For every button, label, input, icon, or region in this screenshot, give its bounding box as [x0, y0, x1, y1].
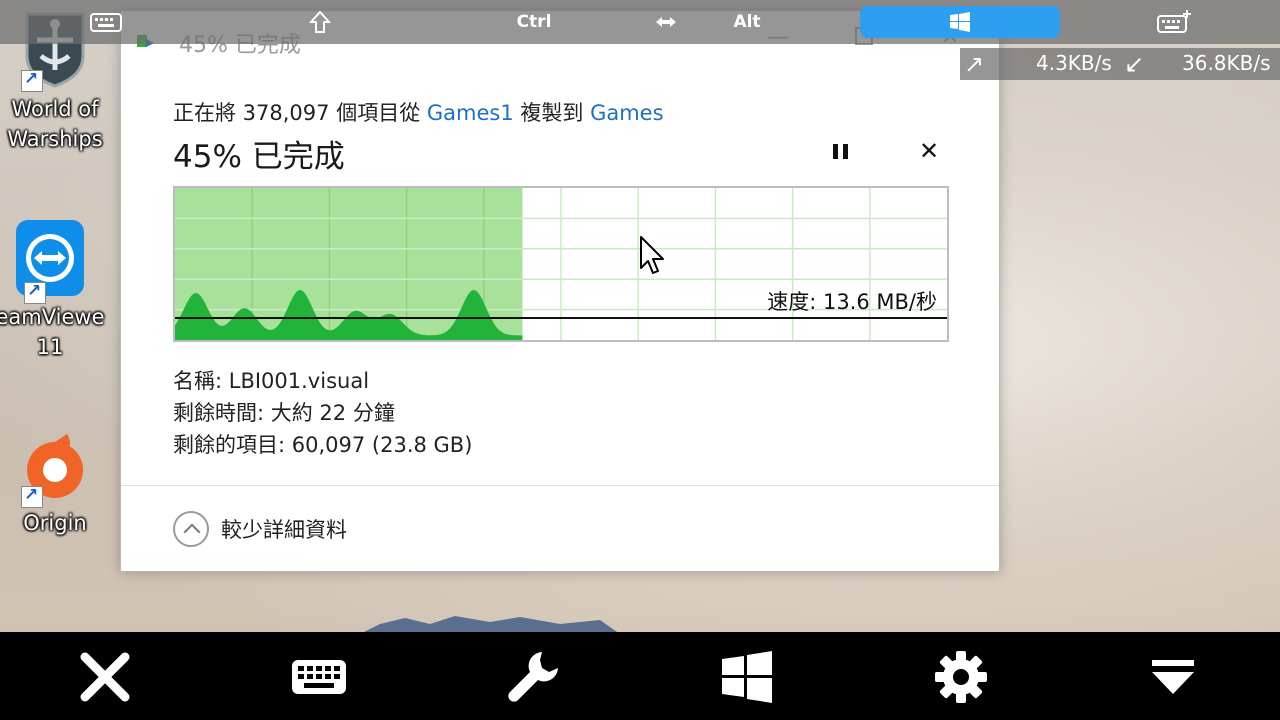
upload-arrow-icon: ↗	[964, 50, 985, 78]
items-remaining-line: 剩餘的項目: 60,097 (23.8 GB)	[173, 433, 473, 457]
time-remaining-line: 剩餘時間: 大約 22 分鐘	[173, 401, 395, 425]
source-folder-link[interactable]: Games1	[427, 101, 514, 125]
chevron-up-icon	[173, 511, 209, 547]
teamviewer-icon	[10, 218, 90, 304]
alt-key-button[interactable]: Alt	[716, 6, 778, 38]
keyboard-toggle-button[interactable]	[84, 6, 128, 38]
copy-summary-prefix: 正在將 378,097 個項目從	[173, 101, 427, 125]
destination-folder-link[interactable]: Games	[590, 101, 663, 125]
shift-key-button[interactable]	[298, 6, 342, 38]
less-details-label: 較少詳細資料	[221, 518, 347, 542]
ctrl-key-button[interactable]: Ctrl	[498, 6, 570, 38]
disconnect-button[interactable]	[74, 646, 136, 708]
gear-icon	[935, 651, 987, 703]
dropdown-icon	[1152, 660, 1194, 694]
extra-keys-button[interactable]	[1152, 6, 1196, 38]
desktop-icon-label: eamViewe 11	[0, 305, 105, 359]
resize-horizontal-icon	[656, 17, 676, 27]
upload-speed: 4.3KB/s	[1036, 51, 1112, 75]
desktop-icon-origin[interactable]: Origin	[0, 424, 115, 538]
shortcut-arrow-icon	[21, 485, 43, 508]
shift-up-icon	[309, 10, 331, 33]
desktop-icon-label: World of Warships	[7, 97, 103, 151]
actions-button[interactable]	[502, 646, 564, 708]
desktop-wallpaper-mountains	[360, 616, 620, 634]
keyboard-button[interactable]	[288, 646, 350, 708]
close-icon	[80, 652, 130, 702]
desktop-icon-teamviewer[interactable]: eamViewe 11	[0, 218, 110, 362]
shortcut-arrow-icon	[21, 69, 43, 92]
speed-graph-canvas	[175, 188, 947, 340]
windows-icon	[722, 651, 772, 703]
less-details-toggle[interactable]: 較少詳細資料	[173, 511, 347, 547]
percent-complete-heading: 45% 已完成	[173, 139, 345, 175]
copy-summary: 正在將 378,097 個項目從 Games1 複製到 Games	[173, 97, 664, 127]
remote-bottom-bar	[0, 632, 1280, 720]
download-speed: 36.8KB/s	[1182, 51, 1271, 75]
dialog-separator	[121, 485, 999, 486]
desktop-icon-label: Origin	[23, 511, 87, 535]
keyboard-icon	[292, 660, 346, 694]
cancel-copy-button[interactable]: ✕	[919, 137, 939, 165]
windows-key-button[interactable]	[860, 6, 1060, 38]
mouse-cursor-icon	[640, 236, 664, 274]
windows-button[interactable]	[716, 646, 778, 708]
download-arrow-icon: ↙	[1124, 50, 1145, 78]
copy-summary-mid: 複製到	[513, 101, 591, 125]
transfer-speed-graph: 速度: 13.6 MB/秒	[173, 186, 949, 342]
speed-label: 速度: 13.6 MB/秒	[767, 290, 937, 314]
remote-key-toolbar: Ctrl Alt	[0, 0, 1280, 44]
network-speed-indicator: ↗ 4.3KB/s ↙ 36.8KB/s	[960, 48, 1280, 80]
keyboard-plus-icon	[1157, 10, 1191, 33]
wrench-icon	[508, 652, 558, 702]
file-name-line: 名稱: LBI001.visual	[173, 369, 370, 393]
settings-button[interactable]	[930, 646, 992, 708]
origin-icon	[15, 424, 95, 508]
pause-button[interactable]	[829, 139, 853, 165]
keyboard-icon	[90, 13, 122, 32]
shortcut-arrow-icon	[24, 281, 46, 304]
windows-key-icon	[950, 12, 970, 32]
file-copy-dialog: 45% 已完成 — ✕ 正在將 378,097 個項目從 Games1 複製到 …	[120, 10, 1000, 572]
resize-key-button[interactable]	[644, 6, 688, 38]
hide-toolbar-button[interactable]	[1142, 646, 1204, 708]
